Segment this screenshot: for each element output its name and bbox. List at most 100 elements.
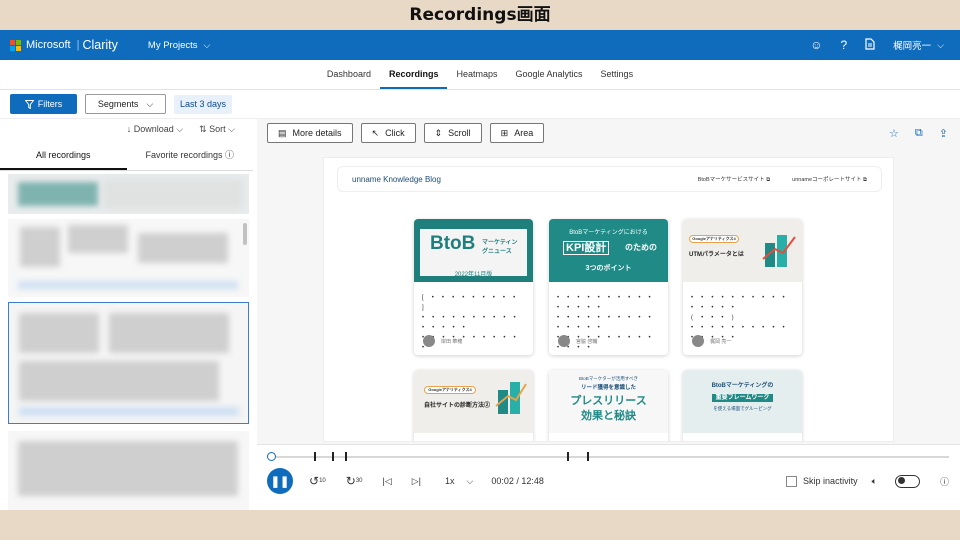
document-icon[interactable] [865, 37, 875, 53]
area-label: Area [514, 128, 534, 138]
blog-link-corporate: unnameコーポレートサイト ⧉ [792, 176, 867, 183]
card-pretitle: BtoBマーケティングにおける [569, 230, 648, 236]
theme-toggle[interactable] [894, 474, 920, 488]
card-tag: 2022年11月版 [454, 272, 493, 278]
pause-button[interactable]: ❚❚ [267, 468, 293, 494]
card-pretitle: BtoBマーケティングの [711, 383, 774, 389]
timeline-event-marker [332, 452, 334, 461]
card-title-suffix: 効果と秘訣 [581, 410, 636, 422]
rewind-button[interactable]: ↺ 10 [309, 474, 326, 488]
playback-time: 00:02 / 12:48 [491, 476, 544, 486]
filters-button[interactable]: Filters [10, 94, 77, 114]
date-range-chip[interactable]: Last 3 days [174, 94, 233, 114]
open-new-window-icon[interactable]: ⧉ [915, 127, 923, 140]
tab-google-analytics[interactable]: Google Analytics [507, 60, 592, 89]
download-label: Download [133, 123, 174, 134]
star-icon[interactable]: ☆ [889, 127, 899, 140]
timeline-event-marker [345, 452, 347, 461]
sort-icon: ⇅ [199, 123, 207, 134]
blog-card: Googleアナリティクス4 自社サイトの診断方法② [414, 370, 533, 441]
project-menu[interactable]: My Projects ⌵ [148, 40, 210, 51]
clarity-app: Microsoft | Clarity My Projects ⌵ ☺ ? 梶岡… [0, 30, 960, 510]
volume-icon[interactable]: 🔈︎ [872, 476, 877, 487]
chevron-down-icon: ⌵ [176, 123, 184, 134]
author-name: 岸田 華穂 [441, 338, 463, 345]
blog-card: BtoBマーケターが活用すべき リード獲得を意識した プレスリリース 効果と秘訣 [549, 370, 668, 441]
author-name: 宮脇 啓輔 [576, 338, 598, 345]
more-details-label: More details [292, 128, 342, 138]
slide-title: Recordings画面 [409, 5, 551, 25]
card-title-suffix: を使える場面でグルーピング [713, 406, 772, 411]
smiley-icon[interactable]: ☺ [810, 38, 822, 52]
chevron-down-icon: ⌵ [203, 39, 211, 50]
sort-button[interactable]: ⇅ Sort ⌵ [199, 124, 235, 135]
sort-label: Sort [209, 123, 226, 134]
scroll-icon: ⇕ [434, 127, 443, 138]
replay-player: ❚❚ ↺ 10 ↻ 30 |◁ ▷| 1x ⌵ 00:02 / 12:48 Skip… [257, 444, 960, 510]
timeline-event-marker [587, 452, 589, 461]
recording-item[interactable] [8, 219, 249, 297]
slide-footer-band [0, 510, 960, 540]
tab-heatmaps[interactable]: Heatmaps [447, 60, 506, 89]
info-icon[interactable]: ⓘ [940, 475, 949, 488]
skip-inactivity-checkbox[interactable] [786, 475, 798, 487]
card-title: プレスリリース [570, 395, 647, 407]
help-icon[interactable]: ? [840, 38, 847, 52]
product-name: Clarity [82, 38, 118, 52]
pause-icon: ❚❚ [270, 475, 290, 488]
card-tag: 3つのポイント [585, 265, 632, 272]
blog-name: unname Knowledge Blog [352, 174, 441, 184]
scroll-heatmap-button[interactable]: ⇕ Scroll [423, 123, 482, 143]
forward-button[interactable]: ↻ 30 [346, 474, 363, 488]
area-heatmap-button[interactable]: ⊞ Area [489, 123, 545, 143]
click-label: Click [385, 128, 405, 138]
project-menu-label: My Projects [147, 39, 198, 51]
tab-dashboard[interactable]: Dashboard [318, 60, 380, 89]
blog-card: BtoBマーケティングの 重要フレームワーク を使える場面でグルーピング [683, 370, 802, 441]
user-menu[interactable]: 梶岡亮一 ⌵ [893, 38, 944, 53]
tab-favorite-recordings[interactable]: Favorite recordings ⓘ [127, 141, 254, 170]
brand-divider: | [76, 39, 80, 51]
chevron-down-icon: ⌵ [466, 475, 474, 486]
chart-illustration-icon [495, 382, 527, 414]
download-button[interactable]: ↓ Download ⌵ [127, 124, 183, 135]
card-pretitle: BtoBマーケターが活用すべき [579, 376, 638, 381]
recording-item-selected[interactable] [8, 302, 249, 424]
forward-icon: ↻ [345, 474, 356, 488]
timeline-knob[interactable] [267, 452, 276, 461]
microsoft-logo-icon [10, 39, 21, 51]
card-title-suffix: のための [625, 243, 657, 252]
logo[interactable]: Microsoft | Clarity [10, 38, 118, 52]
card-badge: Googleアナリティクス4 [689, 235, 739, 243]
more-details-button[interactable]: ▤ More details [267, 123, 353, 143]
session-replay-viewport: unname Knowledge Blog BtoBマーケサービスサイト ⧉ u… [323, 157, 894, 442]
speed-select[interactable]: 1x ⌵ [445, 476, 473, 487]
click-heatmap-button[interactable]: ↖ Click [360, 123, 416, 143]
avatar [692, 335, 704, 347]
card-badge: Googleアナリティクス4 [424, 386, 476, 394]
tab-settings[interactable]: Settings [592, 60, 643, 89]
speed-value: 1x [445, 476, 455, 486]
list-scrollbar[interactable] [243, 223, 247, 245]
skip-next-icon: ▷| [411, 475, 422, 486]
blog-card: Googleアナリティクス4 UTMパラメータとは • • • • • • • … [683, 219, 802, 355]
info-icon: ⓘ [225, 150, 235, 160]
filter-icon [24, 99, 34, 109]
cursor-icon: ↖ [371, 127, 380, 138]
next-button[interactable]: ▷| [412, 476, 421, 487]
avatar [558, 335, 570, 347]
recording-item[interactable] [8, 431, 249, 510]
recording-item[interactable] [8, 174, 249, 214]
tab-recordings[interactable]: Recordings [379, 60, 448, 89]
share-icon[interactable]: ⇪ [939, 127, 948, 140]
card-title: 重要フレームワーク [683, 392, 802, 402]
area-icon: ⊞ [500, 127, 509, 138]
recording-viewer-panel: ▤ More details ↖ Click ⇕ Scroll ⊞ Area ☆… [257, 119, 960, 510]
previous-button[interactable]: |◁ [383, 476, 392, 487]
filters-label: Filters [37, 99, 63, 109]
skip-inactivity-label: Skip inactivity [803, 476, 858, 486]
replay-timeline[interactable] [267, 452, 949, 461]
tab-all-recordings[interactable]: All recordings [0, 141, 127, 170]
segments-button[interactable]: Segments ⌵ [85, 94, 166, 114]
chevron-down-icon: ⌵ [937, 39, 944, 50]
